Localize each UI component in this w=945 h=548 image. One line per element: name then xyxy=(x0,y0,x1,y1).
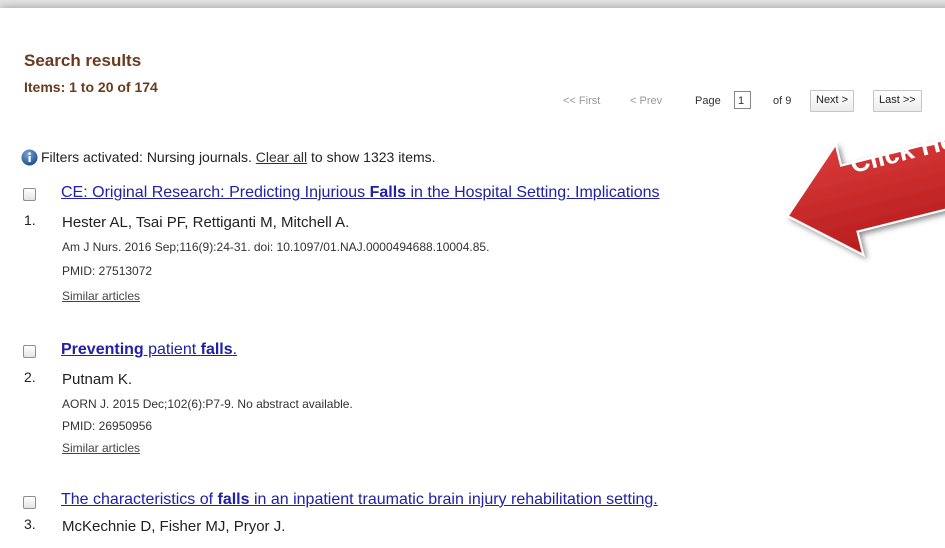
result-pmid: PMID: 27513072 xyxy=(62,264,153,278)
prev-page-link[interactable]: < Prev xyxy=(630,90,662,112)
info-icon xyxy=(21,149,38,166)
items-summary: Items: 1 to 20 of 174 xyxy=(24,79,158,95)
result-citation: Am J Nurs. 2016 Sep;116(9):24-31. doi: 1… xyxy=(62,240,490,254)
result-number: 3. xyxy=(24,516,36,532)
clear-all-link[interactable]: Clear all xyxy=(256,149,307,165)
similar-articles-link[interactable]: Similar articles xyxy=(62,289,140,303)
result-authors: Hester AL, Tsai PF, Rettiganti M, Mitche… xyxy=(62,214,350,231)
result-checkbox[interactable] xyxy=(23,188,36,201)
page-title: Search results xyxy=(24,51,142,70)
result-title-link[interactable]: The characteristics of falls in an inpat… xyxy=(61,491,658,509)
result-number: 1. xyxy=(24,212,36,228)
click-here-callout xyxy=(775,96,945,271)
result-pmid: PMID: 26950956 xyxy=(62,419,153,433)
result-citation: AORN J. 2015 Dec;102(6):P7-9. No abstrac… xyxy=(62,397,353,411)
first-page-link[interactable]: << First xyxy=(563,90,600,112)
page-number-input[interactable]: 1 xyxy=(734,91,751,109)
result-title-link[interactable]: Preventing patient falls. xyxy=(61,341,237,359)
result-title-link[interactable]: CE: Original Research: Predicting Injuri… xyxy=(61,184,660,202)
filters-text: Filters activated: Nursing journals. xyxy=(41,149,252,165)
result-authors: Putnam K. xyxy=(62,371,133,388)
similar-articles-link[interactable]: Similar articles xyxy=(62,441,140,455)
result-checkbox[interactable] xyxy=(23,496,36,509)
result-authors: McKechnie D, Fisher MJ, Pryor J. xyxy=(62,518,286,535)
filters-suffix: to show 1323 items. xyxy=(311,149,436,165)
result-checkbox[interactable] xyxy=(23,345,36,358)
filters-message: Filters activated: Nursing journals. Cle… xyxy=(41,149,436,165)
page-label: Page xyxy=(695,95,721,107)
result-number: 2. xyxy=(24,369,36,385)
